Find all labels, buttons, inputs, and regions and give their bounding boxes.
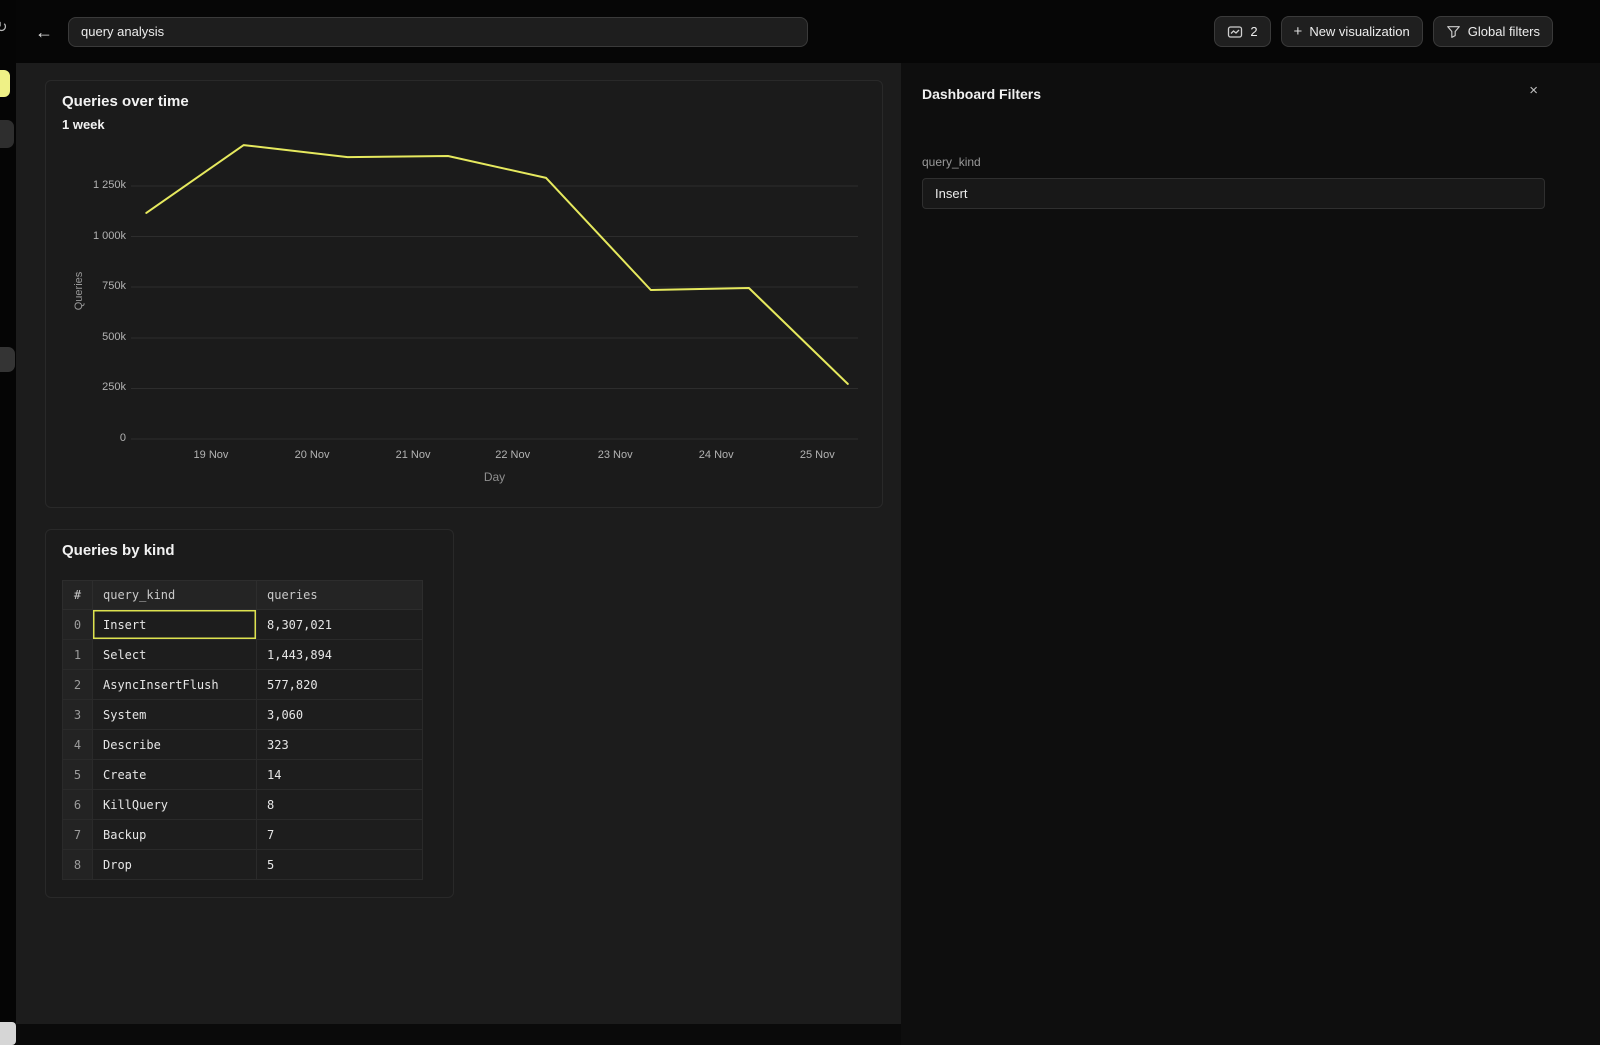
back-button[interactable]: ← [32,23,56,41]
row-index-cell: 7 [63,820,93,850]
x-tick-label: 19 Nov [194,449,229,461]
new-visualization-label: New visualization [1309,24,1409,39]
y-tick-label: 1 000k [93,230,126,242]
top-bar: ← 2 + New visualization [16,0,1600,63]
global-filters-button[interactable]: Global filters [1433,16,1553,47]
queries-cell[interactable]: 8 [257,790,423,820]
table-row: 8Drop5 [63,850,423,880]
queries-line-series [146,145,848,384]
sidebar-item[interactable] [0,347,15,372]
x-tick-labels: 19 Nov 20 Nov 21 Nov 22 Nov 23 Nov 24 Nov 25 N… [131,449,858,465]
query-kind-filter-input[interactable] [922,178,1545,209]
visualization-count-button[interactable]: 2 [1214,16,1270,47]
table-panel: Queries by kind #query_kindqueries 0Inse… [45,529,454,898]
funnel-icon [1446,24,1461,39]
chart-panel: Queries over time 1 week Queries 0250k50… [45,80,883,508]
x-tick-label: 21 Nov [396,449,431,461]
query-kind-cell[interactable]: Drop [93,850,257,880]
new-visualization-button[interactable]: + New visualization [1281,16,1423,47]
query-kind-cell[interactable]: Create [93,760,257,790]
row-index-cell: 4 [63,730,93,760]
table-row: 6KillQuery8 [63,790,423,820]
x-tick-label: 24 Nov [699,449,734,461]
sidebar-bottom-handle[interactable] [0,1022,16,1045]
table-row: 4Describe323 [63,730,423,760]
queries-cell[interactable]: 5 [257,850,423,880]
table-row: 7Backup7 [63,820,423,850]
dashboard-filters-panel: Dashboard Filters × query_kind [901,63,1600,1045]
y-tick-labels: 0 250k 500k 750k 1 000k 1 250k [46,131,126,441]
line-chart-svg [131,131,858,441]
table-title: Queries by kind [62,542,175,559]
sidebar-item[interactable] [0,120,14,148]
row-index-cell: 8 [63,850,93,880]
queries-cell[interactable]: 8,307,021 [257,610,423,640]
query-kind-cell[interactable]: KillQuery [93,790,257,820]
column-header-query_kind[interactable]: query_kind [93,581,257,610]
x-tick-label: 20 Nov [295,449,330,461]
x-tick-label: 25 Nov [800,449,835,461]
filter-field-label: query_kind [922,155,981,169]
row-index-cell: 5 [63,760,93,790]
queries-cell[interactable]: 3,060 [257,700,423,730]
queries-cell[interactable]: 1,443,894 [257,640,423,670]
visualization-count-label: 2 [1250,24,1257,39]
table-row: 0Insert8,307,021 [63,610,423,640]
column-header-index[interactable]: # [63,581,93,610]
table-row: 2AsyncInsertFlush577,820 [63,670,423,700]
global-filters-label: Global filters [1468,24,1540,39]
chart-subtitle: 1 week [62,117,105,132]
line-chart-plot[interactable] [131,131,858,441]
queries-cell[interactable]: 323 [257,730,423,760]
queries-cell[interactable]: 7 [257,820,423,850]
filters-panel-title: Dashboard Filters [922,86,1041,102]
refresh-icon[interactable]: ↻ [0,18,8,36]
table-header-row: #query_kindqueries [63,581,423,610]
x-tick-label: 23 Nov [598,449,633,461]
queries-cell[interactable]: 577,820 [257,670,423,700]
panels-icon [1227,24,1243,40]
row-index-cell: 3 [63,700,93,730]
left-sidebar: ↻ [0,0,16,1045]
x-axis-label: Day [131,470,858,484]
query-kind-cell[interactable]: Describe [93,730,257,760]
column-header-queries[interactable]: queries [257,581,423,610]
row-index-cell: 2 [63,670,93,700]
table-row: 5Create14 [63,760,423,790]
query-kind-cell[interactable]: AsyncInsertFlush [93,670,257,700]
y-tick-label: 500k [102,331,126,343]
table-row: 3System3,060 [63,700,423,730]
app-root: ↻ ← 2 + New visualization [0,0,1600,1045]
query-kind-cell[interactable]: Select [93,640,257,670]
chart-title: Queries over time [62,93,189,110]
row-index-cell: 6 [63,790,93,820]
y-tick-label: 750k [102,280,126,292]
row-index-cell: 0 [63,610,93,640]
row-index-cell: 1 [63,640,93,670]
y-tick-label: 1 250k [93,179,126,191]
query-kind-cell[interactable]: Backup [93,820,257,850]
main-content: Queries over time 1 week Queries 0250k50… [16,63,901,1024]
y-tick-label: 0 [120,432,126,444]
dashboard-title-input[interactable] [68,17,808,47]
sidebar-item-active[interactable] [0,70,10,97]
query-kind-cell[interactable]: System [93,700,257,730]
query-kind-cell[interactable]: Insert [93,610,257,640]
close-icon[interactable]: × [1529,83,1538,98]
x-tick-label: 22 Nov [495,449,530,461]
y-tick-label: 250k [102,381,126,393]
plus-icon: + [1294,24,1303,39]
queries-by-kind-table: #query_kindqueries 0Insert8,307,0211Sele… [62,580,423,880]
table-row: 1Select1,443,894 [63,640,423,670]
queries-cell[interactable]: 14 [257,760,423,790]
